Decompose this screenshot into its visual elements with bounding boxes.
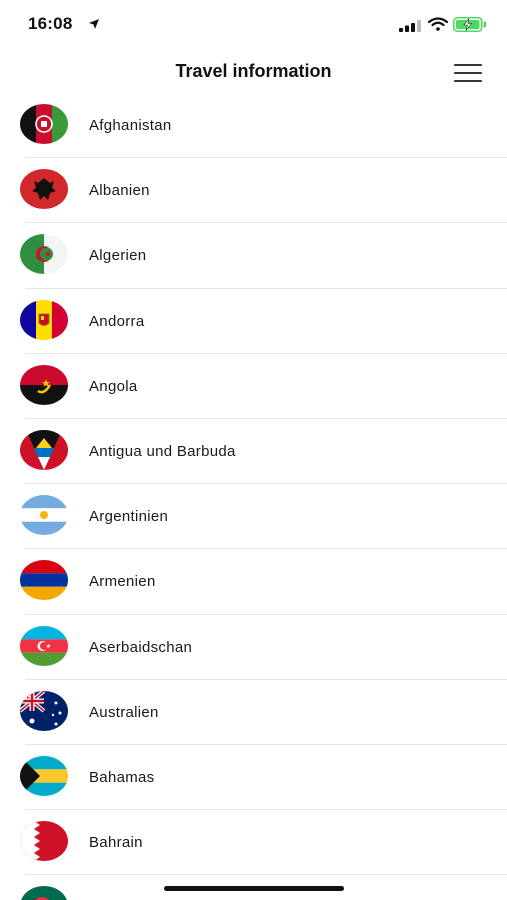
country-name: Armenien (89, 573, 156, 591)
flag-afghanistan-icon (20, 104, 68, 144)
country-name: Aserbaidschan (89, 638, 193, 656)
country-row-armenien[interactable]: Armenien (0, 549, 507, 615)
header: Travel information (0, 48, 507, 98)
country-name: Antigua und Barbuda (89, 442, 236, 460)
country-row-antigua-und-barbuda[interactable]: Antigua und Barbuda (0, 419, 507, 485)
signal-icon (399, 19, 421, 37)
country-name: Bahrain (89, 834, 143, 852)
country-row-aserbaidschan[interactable]: Aserbaidschan (0, 615, 507, 680)
country-name: Algerien (89, 247, 147, 265)
country-row-bahrain[interactable]: Bahrain (0, 810, 507, 876)
country-row-andorra[interactable]: Andorra (0, 289, 507, 354)
flag-azerbaijan-icon (20, 625, 68, 666)
country-name: Argentinien (89, 508, 169, 526)
country-row-albanien[interactable]: Albanien (0, 158, 507, 224)
location-arrow-icon (88, 17, 100, 35)
country-row-argentinien[interactable]: Argentinien (0, 484, 507, 550)
status-bar: 16:08 (0, 0, 507, 48)
battery-charging-icon (453, 17, 487, 37)
status-time: 16:08 (28, 14, 73, 33)
flag-australia-icon (20, 690, 68, 731)
flag-antigua-barbuda-icon (20, 429, 68, 470)
wifi-icon (427, 17, 449, 36)
flag-armenia-icon (20, 560, 68, 601)
country-row-algerien[interactable]: Algerien (0, 223, 507, 289)
flag-algeria-icon (20, 234, 68, 275)
flag-andorra-icon (20, 299, 68, 340)
flag-argentina-icon (20, 495, 68, 536)
hamburger-menu-icon[interactable] (449, 58, 487, 88)
country-name: Andorra (89, 312, 145, 330)
flag-bahrain-icon (20, 821, 68, 862)
country-name: Bahamas (89, 768, 155, 786)
flag-bahamas-icon (20, 755, 68, 796)
flag-angola-icon (20, 364, 68, 405)
country-row-australien[interactable]: Australien (0, 680, 507, 745)
country-name: Albanien (89, 182, 150, 200)
country-name: Angola (89, 377, 138, 395)
flag-albania-icon (20, 169, 68, 210)
page-title: Travel information (175, 61, 332, 81)
country-row-afghanistan[interactable]: Afghanistan (0, 93, 507, 159)
home-indicator[interactable] (164, 886, 344, 891)
country-name: Australien (89, 703, 159, 721)
country-row-angola[interactable]: Angola (0, 354, 507, 419)
country-row-bahamas[interactable]: Bahamas (0, 745, 507, 811)
country-list: Afghanistan Albanien Algerien Andorra An… (0, 93, 507, 900)
flag-bangladesh-icon (20, 886, 68, 900)
country-name: Afghanistan (89, 117, 172, 134)
